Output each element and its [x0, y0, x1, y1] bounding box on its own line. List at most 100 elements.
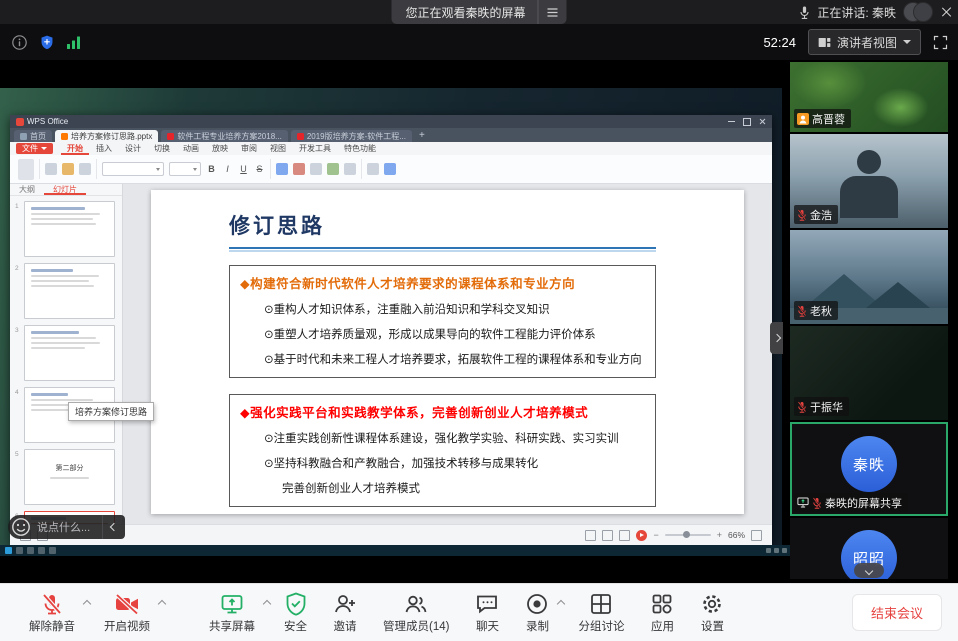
slide-thumbnail-section[interactable]: 5第二部分: [24, 449, 115, 505]
close-icon[interactable]: [940, 6, 952, 18]
wps-minimize-button[interactable]: [728, 121, 735, 122]
paste-button[interactable]: [18, 159, 34, 180]
wps-ribbon-button[interactable]: [310, 163, 322, 175]
wps-ribbon-button[interactable]: [327, 163, 339, 175]
network-signal-icon[interactable]: [67, 36, 81, 49]
manage-members-button[interactable]: 管理成员(14): [370, 592, 462, 634]
share-options-caret[interactable]: [263, 599, 271, 607]
audio-options-caret[interactable]: [83, 599, 91, 607]
participant-tile-sharing[interactable]: 秦昳 秦昳的屏幕共享: [790, 422, 948, 516]
wps-ribbon-tab[interactable]: 特色功能: [338, 142, 382, 155]
sorter-view-icon[interactable]: [602, 530, 613, 541]
wps-ribbon-tab[interactable]: 动画: [177, 142, 205, 155]
wps-ribbon-button[interactable]: [276, 163, 288, 175]
tray-icon[interactable]: [774, 548, 779, 553]
wps-ribbon-button[interactable]: [62, 163, 74, 175]
underline-button[interactable]: U: [238, 164, 249, 174]
security-button[interactable]: 安全: [271, 592, 320, 634]
tray-icon[interactable]: [782, 548, 787, 553]
mic-muted-icon: [40, 592, 64, 616]
participant-avatar[interactable]: [913, 2, 933, 22]
wps-ribbon-tab[interactable]: 设计: [119, 142, 147, 155]
wps-ribbon-tab[interactable]: 视图: [264, 142, 292, 155]
start-video-button[interactable]: 开启视频: [91, 592, 166, 634]
wps-ribbon-tab[interactable]: 放映: [206, 142, 234, 155]
wps-ribbon-tab[interactable]: 开始: [61, 142, 89, 155]
participant-tile[interactable]: 于振华: [790, 326, 948, 420]
invite-button[interactable]: 邀请: [320, 592, 370, 634]
wps-new-tab-button[interactable]: +: [415, 130, 429, 142]
tray-icon[interactable]: [766, 548, 771, 553]
end-meeting-button[interactable]: 结束会议: [852, 594, 942, 631]
wps-doc-tab-active[interactable]: 培养方案修订思路.pptx: [55, 130, 158, 142]
zoom-percent: 66%: [728, 530, 745, 540]
zoom-slider[interactable]: [665, 534, 711, 537]
wps-ribbon-button[interactable]: [79, 163, 91, 175]
meeting-info-icon[interactable]: [12, 35, 27, 50]
start-button[interactable]: [5, 547, 12, 554]
screen-watching-banner: 您正在观看秦昳的屏幕: [391, 0, 566, 24]
wps-ribbon-button[interactable]: [45, 163, 57, 175]
wps-file-button[interactable]: 文件: [16, 143, 53, 154]
fit-screen-icon[interactable]: [751, 530, 762, 541]
breakout-rooms-button[interactable]: 分组讨论: [565, 592, 637, 634]
video-options-caret[interactable]: [158, 599, 166, 607]
emoji-icon[interactable]: [11, 517, 31, 537]
chat-input[interactable]: 说点什么...: [8, 515, 102, 539]
participant-tile[interactable]: 老秋: [790, 230, 948, 324]
avatar: 秦昳: [841, 436, 897, 492]
wps-ribbon-button[interactable]: [384, 163, 396, 175]
participants-panel: 高晋蓉 金浩 老秋 于振华 秦昳: [790, 62, 948, 581]
slideshow-button[interactable]: [636, 530, 647, 541]
taskbar-app-icon[interactable]: [16, 547, 23, 554]
wps-ribbon-button[interactable]: [367, 163, 379, 175]
font-name-select[interactable]: [102, 162, 164, 176]
wps-maximize-button[interactable]: [743, 118, 751, 126]
taskbar-app-icon[interactable]: [27, 547, 34, 554]
settings-button[interactable]: 设置: [687, 592, 737, 634]
bold-button[interactable]: B: [206, 164, 217, 174]
font-size-select[interactable]: [169, 162, 201, 176]
wps-doc-tab[interactable]: 2019版培养方案-软件工程...: [291, 130, 412, 142]
taskbar-app-icon[interactable]: [38, 547, 45, 554]
zoom-out-button[interactable]: −: [653, 531, 658, 540]
wps-ribbon-tab[interactable]: 开发工具: [293, 142, 337, 155]
wps-ribbon-button[interactable]: [293, 163, 305, 175]
share-screen-button[interactable]: 共享屏幕: [196, 592, 271, 634]
taskbar-app-icon[interactable]: [49, 547, 56, 554]
panel-collapse-button[interactable]: [854, 563, 884, 578]
speaking-mic-icon: [799, 6, 810, 19]
slides-tab[interactable]: 幻灯片: [44, 184, 86, 195]
sidebar-collapse-handle[interactable]: [770, 322, 783, 354]
italic-button[interactable]: I: [222, 164, 233, 174]
gear-icon: [700, 592, 724, 616]
slide-thumbnail[interactable]: 3: [24, 325, 115, 381]
reading-view-icon[interactable]: [619, 530, 630, 541]
record-options-caret[interactable]: [557, 599, 565, 607]
wps-close-button[interactable]: [759, 118, 766, 125]
chat-expand-button[interactable]: [102, 515, 125, 539]
participant-tile[interactable]: 高晋蓉: [790, 62, 948, 132]
zoom-in-button[interactable]: +: [717, 531, 722, 540]
record-button[interactable]: 录制: [512, 592, 565, 634]
view-mode-button[interactable]: 演讲者视图: [808, 29, 921, 55]
outline-tab[interactable]: 大纲: [10, 184, 44, 195]
apps-button[interactable]: 应用: [637, 592, 687, 634]
zoom-slider-knob[interactable]: [683, 531, 690, 538]
chat-button[interactable]: 聊天: [462, 592, 512, 634]
participant-tile[interactable]: 金浩: [790, 134, 948, 228]
slide-thumbnail[interactable]: 1: [24, 201, 115, 257]
wps-ribbon-tab[interactable]: 切换: [148, 142, 176, 155]
slide-thumbnail[interactable]: 2: [24, 263, 115, 319]
wps-doc-tab[interactable]: 软件工程专业培养方案2018...: [161, 130, 287, 142]
strikethrough-button[interactable]: S: [254, 164, 265, 174]
wps-ribbon-tab[interactable]: 插入: [90, 142, 118, 155]
wps-doc-tab[interactable]: 首页: [14, 130, 52, 142]
unmute-button[interactable]: 解除静音: [16, 592, 91, 634]
normal-view-icon[interactable]: [585, 530, 596, 541]
fullscreen-icon[interactable]: [933, 35, 948, 50]
banner-menu-button[interactable]: [538, 0, 567, 24]
wps-ribbon-button[interactable]: [344, 163, 356, 175]
wps-ribbon-tab[interactable]: 审阅: [235, 142, 263, 155]
security-shield-icon[interactable]: [40, 35, 54, 50]
